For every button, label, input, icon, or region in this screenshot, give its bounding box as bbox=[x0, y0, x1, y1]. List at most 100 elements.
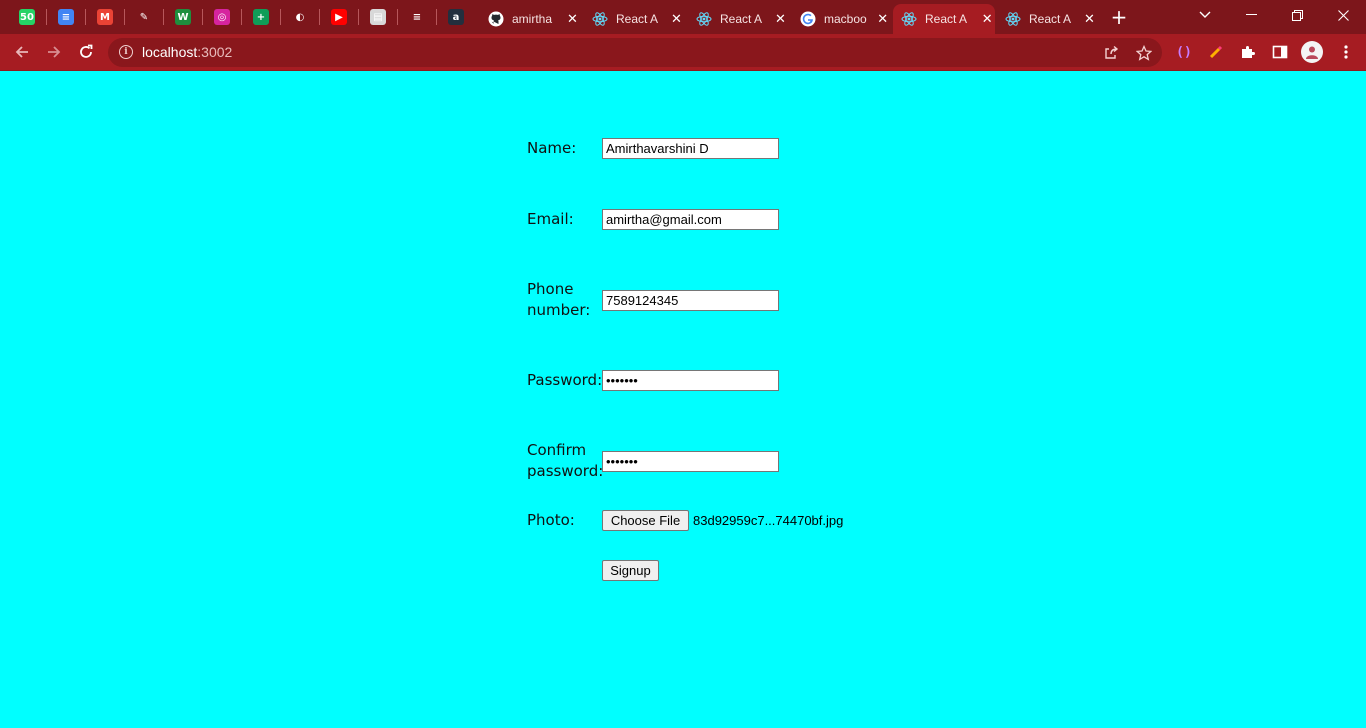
person-icon bbox=[1306, 46, 1318, 59]
bookmark-star-icon[interactable] bbox=[1135, 44, 1153, 62]
google-icon bbox=[800, 11, 816, 27]
tab-close-icon[interactable]: ✕ bbox=[876, 11, 891, 27]
share-icon[interactable] bbox=[1102, 44, 1120, 62]
url-port: :3002 bbox=[197, 44, 233, 60]
w-logo-icon: W bbox=[175, 9, 191, 25]
gmail-icon: M bbox=[97, 9, 113, 25]
address-url[interactable]: localhost:3002 bbox=[142, 44, 232, 60]
pinned-tab[interactable]: ◎ bbox=[203, 5, 241, 29]
restore-icon bbox=[1291, 9, 1303, 21]
back-arrow-icon bbox=[15, 46, 28, 58]
name-label: Name: bbox=[527, 139, 577, 157]
pinned-tab[interactable]: ▤ bbox=[359, 5, 397, 29]
github-icon bbox=[488, 11, 504, 27]
tab-title: React A bbox=[925, 12, 968, 26]
signup-button[interactable]: Signup bbox=[602, 560, 659, 581]
react-icon bbox=[696, 11, 712, 27]
tab[interactable]: macboo ✕ bbox=[792, 4, 890, 34]
photo-label: Photo: bbox=[527, 511, 575, 529]
close-window-button[interactable] bbox=[1320, 0, 1366, 30]
browser-menu-button[interactable] bbox=[1334, 40, 1358, 64]
reload-icon bbox=[80, 44, 93, 58]
name-input[interactable] bbox=[602, 138, 779, 159]
quill-pen-icon: ✎ bbox=[136, 9, 152, 25]
youtube-icon: ▶ bbox=[331, 9, 347, 25]
extension-pen-button[interactable] bbox=[1204, 40, 1228, 64]
pinned-tab[interactable]: ≡ bbox=[47, 5, 85, 29]
tab-active[interactable]: React A ✕ bbox=[893, 4, 995, 34]
close-icon bbox=[1337, 9, 1349, 21]
phone-label-line1: Phone bbox=[527, 280, 574, 298]
react-icon bbox=[592, 11, 608, 27]
browser-toolbar: i localhost:3002 () bbox=[0, 34, 1366, 71]
side-panel-icon bbox=[1272, 45, 1288, 59]
back-button[interactable] bbox=[10, 40, 34, 64]
globe-icon: ◐ bbox=[292, 9, 308, 25]
password-input[interactable] bbox=[602, 370, 779, 391]
pinned-tab[interactable]: + bbox=[242, 5, 280, 29]
pinned-tab[interactable]: ◐ bbox=[281, 5, 319, 29]
tab-title: React A bbox=[616, 12, 659, 26]
extensions-button[interactable] bbox=[1236, 40, 1260, 64]
pinned-tab[interactable]: a bbox=[437, 5, 475, 29]
url-host: localhost bbox=[142, 44, 198, 60]
kebab-menu-icon bbox=[1344, 45, 1348, 59]
forward-button[interactable] bbox=[42, 40, 66, 64]
tab-title: React A bbox=[720, 12, 763, 26]
password-label: Password: bbox=[527, 371, 603, 389]
confirm-label-line2: password: bbox=[527, 462, 604, 480]
reload-button[interactable] bbox=[74, 40, 98, 64]
confirm-password-input[interactable] bbox=[602, 451, 779, 472]
tab-title: amirtha bbox=[512, 12, 553, 26]
tab-close-icon[interactable]: ✕ bbox=[565, 11, 580, 27]
confirm-label-line1: Confirm bbox=[527, 441, 587, 459]
avatar bbox=[1301, 41, 1323, 63]
profile-button[interactable] bbox=[1300, 40, 1324, 64]
pinned-tab[interactable]: ▶ bbox=[320, 5, 358, 29]
side-panel-button[interactable] bbox=[1268, 40, 1292, 64]
minimize-icon bbox=[1245, 14, 1257, 15]
minimize-button[interactable] bbox=[1228, 0, 1274, 30]
tab[interactable]: amirtha ✕ bbox=[480, 4, 580, 34]
choose-file-button[interactable]: Choose File bbox=[602, 510, 689, 531]
site-info-icon[interactable]: i bbox=[119, 45, 133, 59]
tab-close-icon[interactable]: ✕ bbox=[773, 11, 788, 27]
brackets-icon: () bbox=[1176, 44, 1192, 60]
dash-logo-icon: ≡ bbox=[409, 9, 425, 25]
phone-label-line2: number: bbox=[527, 301, 591, 319]
address-bar[interactable]: i localhost:3002 bbox=[108, 38, 1162, 67]
google-docs-icon: ≡ bbox=[58, 9, 74, 25]
instagram-icon: ◎ bbox=[214, 9, 230, 25]
tab[interactable]: React A ✕ bbox=[997, 4, 1097, 34]
whatsapp-icon: 50 bbox=[19, 9, 35, 25]
tab[interactable]: React A ✕ bbox=[688, 4, 788, 34]
amazon-icon: a bbox=[448, 9, 464, 25]
tab-search-button[interactable] bbox=[1182, 0, 1228, 30]
highlighter-pen-icon bbox=[1209, 45, 1223, 59]
tab-strip: 50 ≡ M ✎ W ◎ + ◐ ▶ ▤ ≡ a amirtha ✕ React A ✕ React A ✕ ma… bbox=[0, 0, 1366, 34]
pinned-tab[interactable]: W bbox=[164, 5, 202, 29]
tab-close-icon[interactable]: ✕ bbox=[1082, 11, 1097, 27]
restore-button[interactable] bbox=[1274, 0, 1320, 30]
notepad-icon: ▤ bbox=[370, 9, 386, 25]
pinned-tab[interactable]: 50 bbox=[8, 5, 46, 29]
confirm-password-label: Confirm password: bbox=[527, 440, 603, 482]
react-icon bbox=[901, 11, 917, 27]
selected-file-name: 83d92959c7...74470bf.jpg bbox=[693, 513, 844, 528]
pinned-tab[interactable]: ≡ bbox=[398, 5, 436, 29]
email-input[interactable] bbox=[602, 209, 779, 230]
tab-title: macboo bbox=[824, 12, 867, 26]
tab-title: React A bbox=[1029, 12, 1072, 26]
tab[interactable]: React A ✕ bbox=[584, 4, 684, 34]
pinned-tab[interactable]: M bbox=[86, 5, 124, 29]
chevron-down-icon bbox=[1199, 11, 1211, 18]
new-tab-button[interactable]: + bbox=[1108, 5, 1130, 29]
tab-close-icon[interactable]: ✕ bbox=[669, 11, 684, 27]
phone-input[interactable] bbox=[602, 290, 779, 311]
extension-brackets-button[interactable]: () bbox=[1172, 40, 1196, 64]
pinned-tab[interactable]: ✎ bbox=[125, 5, 163, 29]
forward-arrow-icon bbox=[48, 46, 61, 58]
google-sheets-icon: + bbox=[253, 9, 269, 25]
tab-close-icon[interactable]: ✕ bbox=[980, 11, 996, 27]
phone-label: Phone number: bbox=[527, 279, 590, 321]
